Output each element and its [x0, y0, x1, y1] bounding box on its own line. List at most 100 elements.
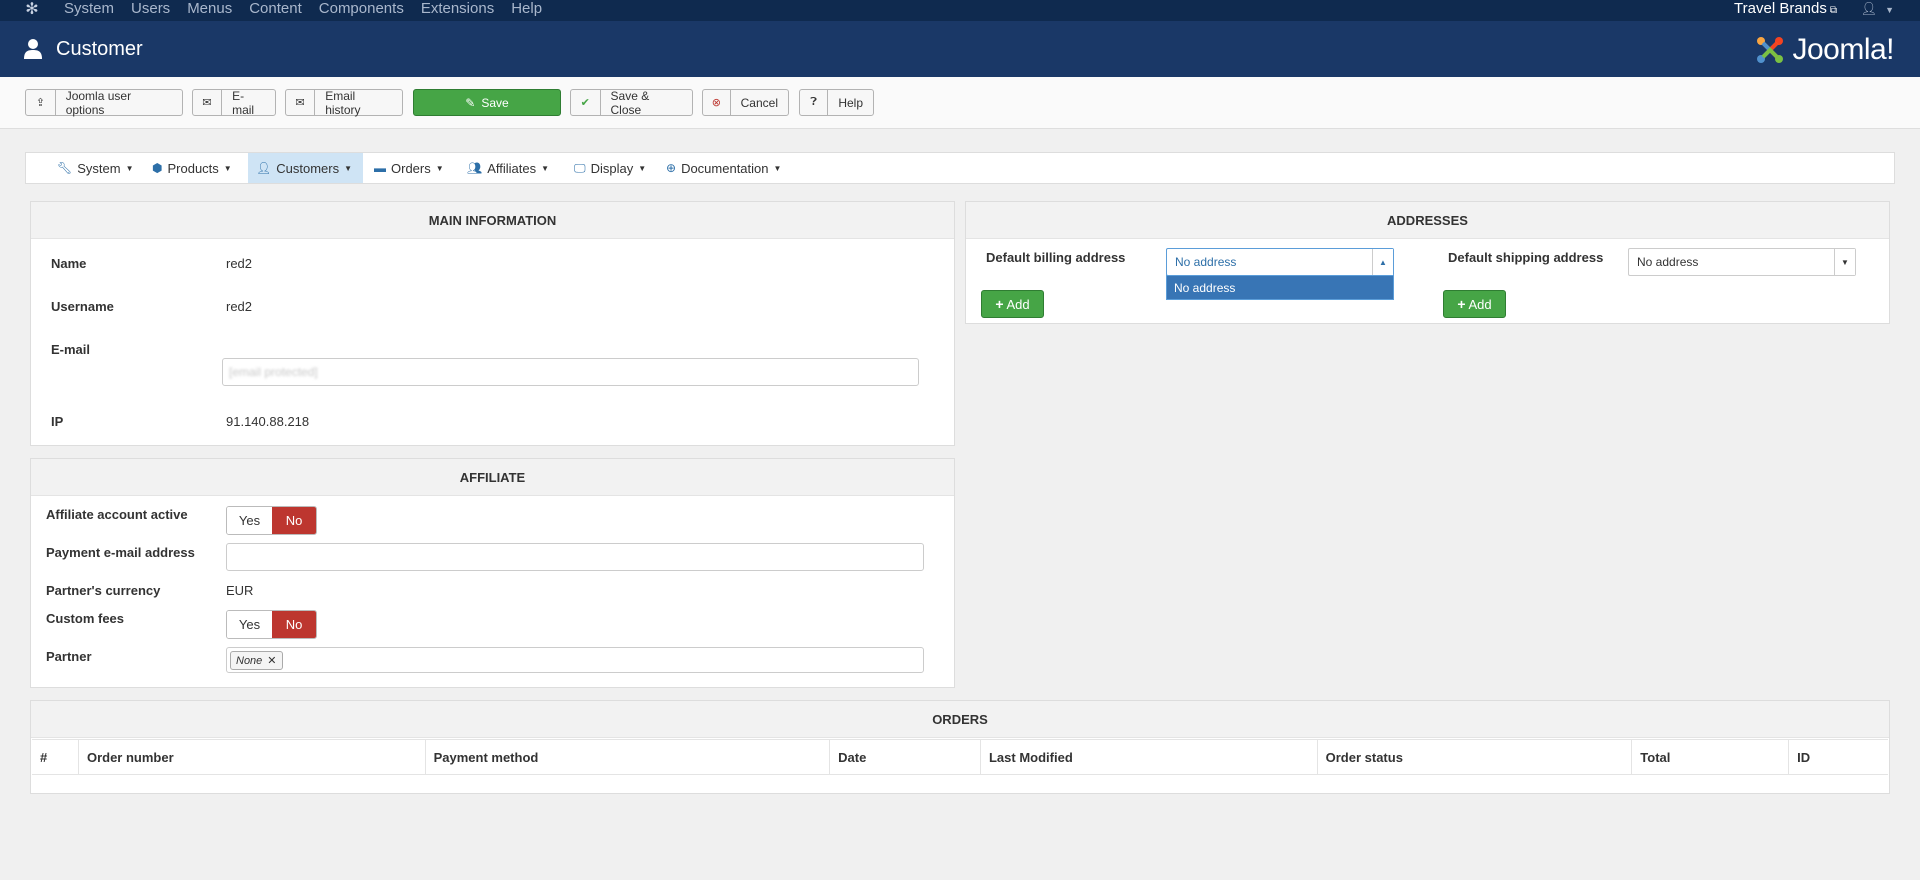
ip-label: IP: [51, 414, 64, 429]
affiliate-account-active-label: Affiliate account active: [46, 507, 188, 522]
caret-down-icon: ▼: [541, 163, 550, 173]
admin-menu: System Users Menus Content Components Ex…: [64, 0, 559, 21]
component-menu-products-label: Products: [167, 160, 219, 176]
orders-table-header: # Order number Payment method Date Last …: [32, 739, 1888, 775]
caret-down-icon: ▼: [773, 163, 782, 173]
toolbar: ⇪ Joomla user options ✉ E-mail ✉ Email h…: [0, 77, 1920, 129]
partner-currency-value: EUR: [226, 583, 254, 598]
column-total[interactable]: Total: [1632, 740, 1790, 774]
save-label: Save: [481, 95, 509, 110]
save-button[interactable]: ✎ Save: [413, 89, 561, 116]
column-order-status[interactable]: Order status: [1318, 740, 1633, 774]
affiliate-account-active-no[interactable]: No: [272, 507, 316, 534]
caret-down-icon: ▼: [435, 163, 444, 173]
payment-email-label: Payment e-mail address: [46, 545, 195, 560]
question-icon: ❓︎: [800, 90, 829, 115]
shipping-address-label: Default shipping address: [1448, 250, 1604, 265]
email-button[interactable]: ✉ E-mail: [192, 88, 276, 117]
user-menu[interactable]: 👤︎ ▼: [1861, 0, 1894, 19]
admin-menu-components[interactable]: Components: [319, 0, 404, 21]
admin-menu-users[interactable]: Users: [131, 0, 170, 21]
joomla-menu-icon[interactable]: ✻: [22, 1, 42, 19]
payment-email-field[interactable]: [226, 543, 924, 571]
component-menu-orders-label: Orders: [391, 160, 431, 176]
column-payment-method[interactable]: Payment method: [426, 740, 831, 774]
component-menu-customers-label: Customers: [276, 160, 340, 176]
affiliate-heading: AFFILIATE: [31, 459, 954, 496]
shipping-address-value: No address: [1637, 255, 1699, 269]
main-information-panel: MAIN INFORMATION Name red2 Username red2…: [30, 201, 955, 446]
partner-tag-label: None: [236, 654, 263, 667]
component-menu-system[interactable]: 🔧︎ System ▼: [49, 153, 142, 183]
orders-panel: ORDERS # Order number Payment method Dat…: [30, 700, 1890, 794]
email-field[interactable]: [email protected]: [222, 358, 919, 386]
component-menu-display-label: Display: [590, 160, 634, 176]
username-label: Username: [51, 299, 114, 314]
custom-fees-no[interactable]: No: [272, 611, 316, 638]
column-last-modified[interactable]: Last Modified: [981, 740, 1318, 774]
custom-fees-yes[interactable]: Yes: [227, 611, 272, 638]
billing-address-select[interactable]: No address ▲: [1166, 248, 1394, 276]
admin-menu-menus[interactable]: Menus: [187, 0, 232, 21]
add-billing-address-button[interactable]: + Add: [981, 290, 1044, 318]
joomla-user-options-button[interactable]: ⇪ Joomla user options: [25, 88, 183, 117]
user-icon: 👤︎: [256, 161, 272, 175]
component-menu-affiliates-label: Affiliates: [487, 160, 537, 176]
component-menu-products[interactable]: ⬢ Products ▼: [144, 153, 240, 183]
admin-menu-content[interactable]: Content: [249, 0, 302, 21]
email-history-button[interactable]: ✉ Email history: [285, 89, 403, 117]
component-menu-orders[interactable]: ▬ Orders ▼: [366, 153, 452, 183]
username-value: red2: [226, 299, 253, 314]
site-link[interactable]: Travel Brands ⧉: [1734, 0, 1837, 20]
component-menu-display[interactable]: 🖵︎ Display ▼: [566, 153, 654, 183]
affiliate-account-active-toggle[interactable]: Yes No: [226, 506, 317, 535]
save-close-button[interactable]: ✔ Save & Close: [570, 88, 693, 117]
joomla-logo: Joomla!: [1752, 30, 1894, 70]
shipping-address-select[interactable]: No address ▼: [1628, 248, 1856, 276]
email-label: E-mail: [232, 88, 255, 117]
billing-address-value: No address: [1175, 255, 1237, 269]
column-number[interactable]: #: [32, 740, 79, 774]
monitor-icon: 🖵︎: [574, 160, 586, 175]
column-date[interactable]: Date: [830, 740, 981, 774]
users-icon: 👥︎: [467, 161, 483, 175]
remove-icon[interactable]: ✕: [267, 654, 276, 667]
caret-down-icon: ▼: [125, 163, 134, 173]
admin-menu-extensions[interactable]: Extensions: [421, 0, 494, 21]
affiliate-account-active-yes[interactable]: Yes: [227, 507, 272, 534]
page-title: Customer: [56, 38, 143, 60]
admin-menu-help[interactable]: Help: [511, 0, 542, 21]
component-menu-documentation-label: Documentation: [681, 160, 769, 176]
component-menu-documentation[interactable]: ⊕ Documentation ▼: [658, 153, 789, 183]
external-link-icon: ⧉: [1829, 5, 1837, 16]
wrench-icon: 🔧︎: [57, 161, 73, 175]
component-menu-affiliates[interactable]: 👥︎ Affiliates ▼: [459, 153, 557, 183]
column-id[interactable]: ID: [1789, 740, 1888, 774]
lifebuoy-icon: ⊕: [666, 161, 677, 175]
add-billing-label: Add: [1006, 296, 1030, 312]
cancel-label: Cancel: [740, 95, 778, 110]
joomla-user-options-label: Joomla user options: [65, 88, 132, 117]
joomla-logo-text: Joomla!: [1792, 33, 1894, 66]
billing-address-option[interactable]: No address: [1166, 275, 1394, 300]
save-close-label: Save & Close: [610, 88, 650, 117]
custom-fees-label: Custom fees: [46, 611, 125, 626]
cancel-icon: ⊗: [703, 90, 731, 115]
add-shipping-address-button[interactable]: + Add: [1443, 290, 1506, 318]
check-icon: ✔: [571, 90, 601, 115]
help-button[interactable]: ❓︎ Help: [799, 89, 874, 116]
custom-fees-toggle[interactable]: Yes No: [226, 610, 317, 639]
orders-heading: ORDERS: [31, 701, 1889, 738]
name-label: Name: [51, 256, 87, 271]
cancel-button[interactable]: ⊗ Cancel: [702, 89, 789, 116]
partner-label: Partner: [46, 649, 92, 664]
admin-topbar: ✻ System Users Menus Content Components …: [0, 0, 1920, 21]
column-order-number[interactable]: Order number: [79, 740, 426, 774]
addresses-heading: ADDRESSES: [966, 202, 1889, 239]
partner-select[interactable]: [226, 647, 924, 673]
admin-menu-system[interactable]: System: [64, 0, 114, 21]
joomla-logo-icon: [1757, 37, 1784, 63]
component-menu-customers[interactable]: 👤︎ Customers ▼: [248, 153, 363, 183]
person-icon: [24, 39, 42, 59]
ip-value: 91.140.88.218: [226, 414, 310, 429]
